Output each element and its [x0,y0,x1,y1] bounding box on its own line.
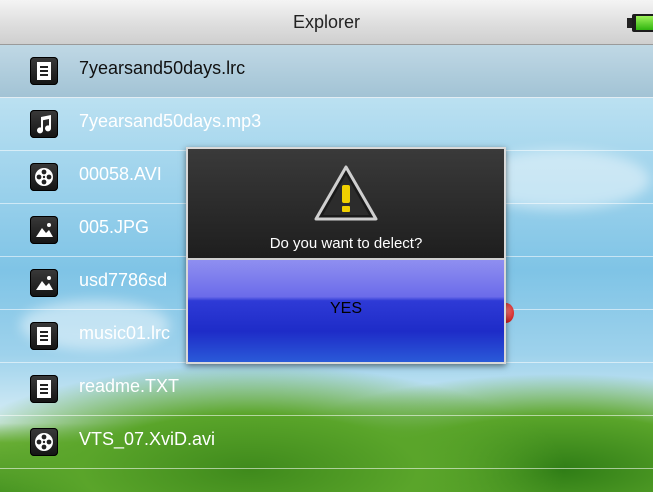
warning-icon [314,165,378,221]
document-icon [30,322,58,350]
battery-icon [627,14,653,32]
music-icon [30,110,58,138]
file-name: 7yearsand50days.mp3 [79,111,262,131]
file-name: 005.JPG [79,217,150,237]
file-row[interactable]: 7yearsand50days.lrc [0,45,653,98]
file-row[interactable]: 7yearsand50days.mp3 [0,98,653,151]
file-row[interactable]: VTS_07.XviD.avi [0,416,653,469]
film-reel-icon [30,428,58,456]
document-icon [30,375,58,403]
file-name: 00058.AVI [79,164,162,184]
file-name: music01.lrc [79,323,171,343]
yes-button-label: YES [329,300,362,317]
document-icon [30,57,58,85]
file-name: 7yearsand50days.lrc [79,58,246,78]
picture-icon [30,269,58,297]
title-bar: Explorer [0,0,653,45]
dialog-header: Do you want to delect? [188,149,504,260]
file-name: usd7786sd [79,270,168,290]
file-name: VTS_07.XviD.avi [79,429,216,449]
picture-icon [30,216,58,244]
dialog-message: Do you want to delect? [269,235,423,252]
file-name: readme.TXT [79,376,180,396]
yes-button[interactable]: YES [188,260,504,362]
file-row[interactable]: readme.TXT [0,363,653,416]
delete-confirm-dialog: Do you want to delect? YES [186,147,506,364]
film-reel-icon [30,163,58,191]
page-title: Explorer [292,12,361,32]
explorer-screen: Explorer 7yearsand50days.lrc 7yearsand50… [0,0,653,492]
